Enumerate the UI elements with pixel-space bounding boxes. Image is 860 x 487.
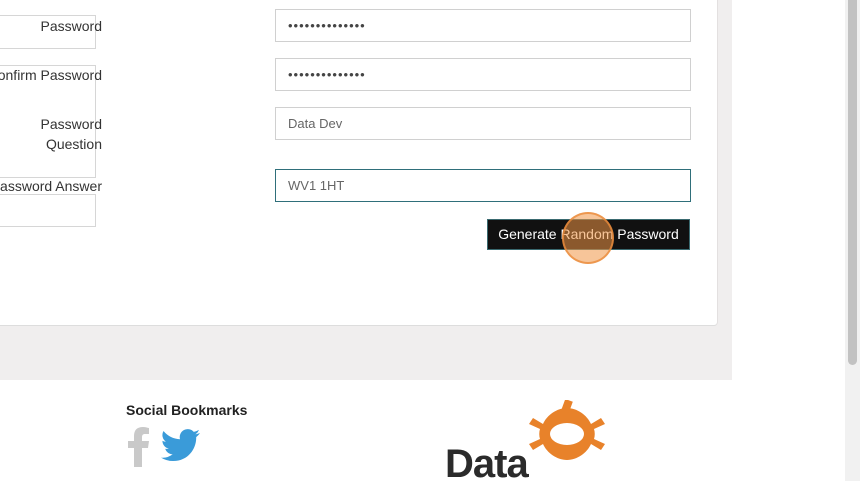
password-answer-field[interactable] <box>275 169 691 202</box>
social-bookmarks-title: Social Bookmarks <box>126 402 248 418</box>
password-answer-label: Password Answer <box>0 178 102 194</box>
password-question-label: Password Question <box>40 116 102 152</box>
scrollbar-thumb[interactable] <box>848 0 857 365</box>
confirm-password-field[interactable] <box>275 58 691 91</box>
generate-random-password-button[interactable]: Generate Random Password <box>487 219 690 250</box>
registration-card: Password Confirm Password Password Quest… <box>0 0 718 326</box>
twitter-icon[interactable] <box>161 429 201 468</box>
password-field[interactable] <box>275 9 691 42</box>
facebook-icon[interactable] <box>127 425 151 472</box>
logo-text: Data <box>445 442 529 486</box>
footer: Social Bookmarks Data <box>0 380 732 486</box>
confirm-password-label: Confirm Password <box>0 67 102 83</box>
password-question-field[interactable] <box>275 107 691 140</box>
password-label: Password <box>40 18 102 34</box>
left-column-field[interactable] <box>0 194 96 227</box>
company-logo: Data <box>445 400 615 486</box>
